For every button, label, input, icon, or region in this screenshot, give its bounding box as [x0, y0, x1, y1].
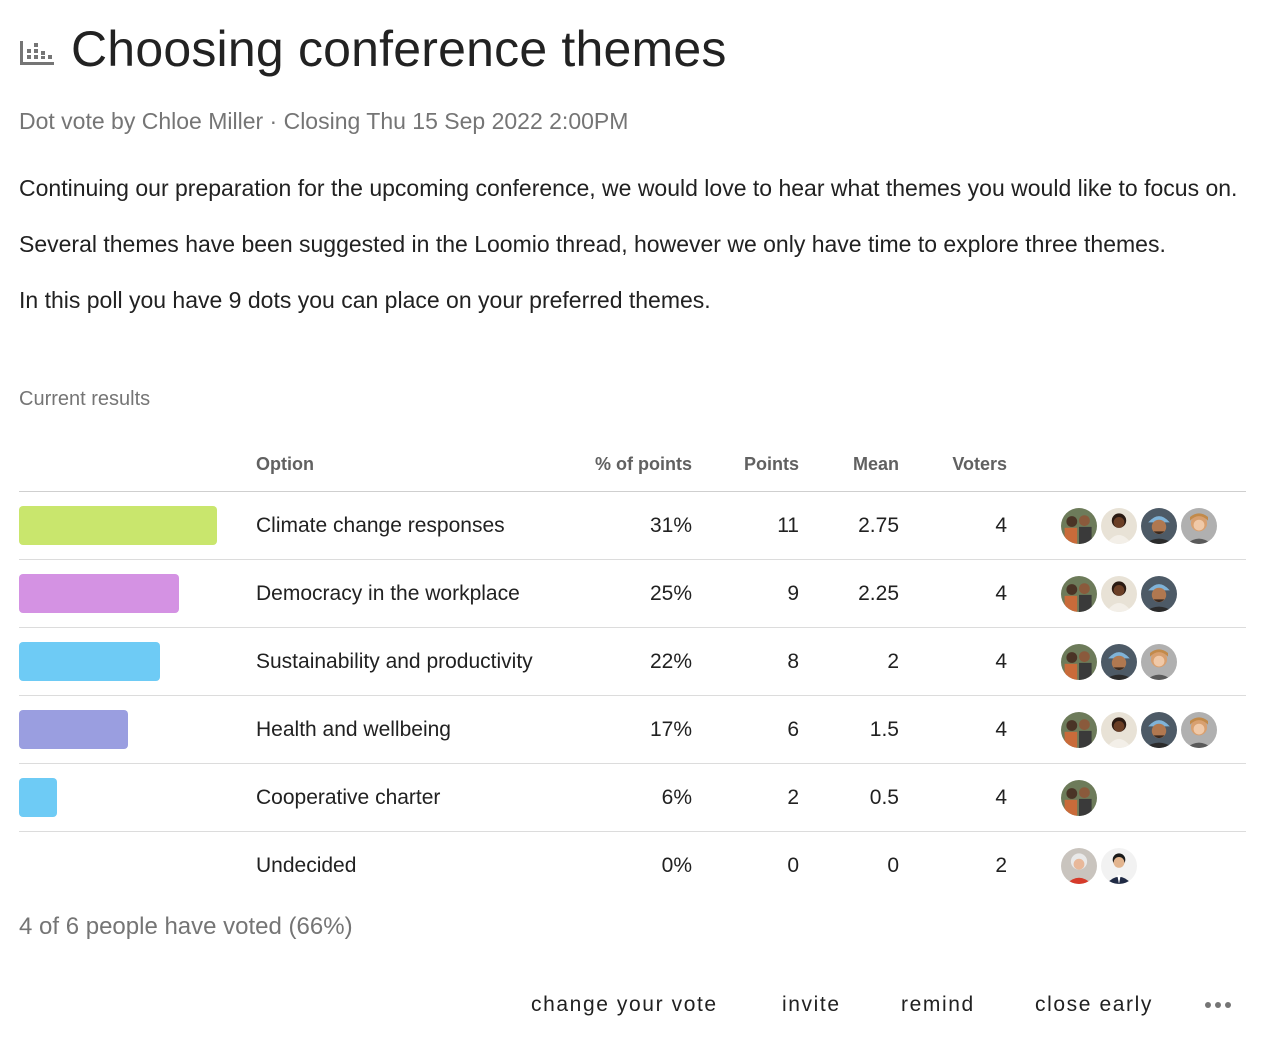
result-bar-cell	[19, 560, 239, 627]
option-mean: 2.75	[858, 513, 899, 537]
results-rows: Climate change responses 31% 11 2.75 4 Democr…	[19, 492, 1246, 900]
option-percent: 25%	[649, 581, 692, 605]
result-bar-cell	[19, 628, 239, 695]
change-vote-button[interactable]: change your vote	[531, 985, 718, 1025]
avatar[interactable]	[1099, 505, 1139, 546]
results-label: Current results	[19, 388, 151, 410]
option-voters: 2	[995, 854, 1007, 877]
avatar[interactable]	[1179, 505, 1219, 546]
bar-chart-icon	[20, 41, 54, 65]
voter-avatars	[1059, 764, 1099, 831]
poll-actions: change your vote invite remind close ear…	[0, 985, 1269, 1025]
avatar[interactable]	[1059, 641, 1099, 682]
option-mean: 1.5	[869, 717, 899, 741]
more-horizontal-icon[interactable]	[1200, 988, 1236, 1022]
option-percent: 22%	[649, 649, 692, 673]
option-voters: 4	[995, 785, 1007, 809]
option-name: Cooperative charter	[256, 785, 441, 809]
result-bar-cell	[19, 696, 239, 763]
option-name: Sustainability and productivity	[256, 649, 533, 673]
result-bar-cell	[19, 492, 239, 559]
option-points: 2	[787, 785, 799, 809]
poll-title: Choosing conference themes	[71, 21, 727, 77]
avatar[interactable]	[1059, 846, 1099, 886]
result-bar	[19, 574, 179, 613]
option-name: Health and wellbeing	[256, 717, 451, 741]
option-voters: 4	[995, 581, 1007, 605]
header-percent: % of points	[595, 454, 692, 474]
result-bar	[19, 710, 128, 749]
option-mean: 2.25	[858, 581, 899, 605]
option-name: Climate change responses	[256, 513, 505, 537]
option-name: Democracy in the workplace	[256, 581, 520, 605]
result-row: Democracy in the workplace 25% 9 2.25 4	[19, 560, 1246, 628]
result-bar-cell	[19, 832, 239, 900]
voter-avatars	[1059, 696, 1219, 763]
option-voters: 4	[995, 717, 1007, 741]
option-mean: 0.5	[869, 785, 899, 809]
option-percent: 17%	[649, 717, 692, 741]
avatar[interactable]	[1099, 641, 1139, 682]
option-points: 8	[787, 649, 799, 673]
header-points: Points	[743, 454, 799, 474]
option-name: Undecided	[256, 854, 357, 877]
avatar[interactable]	[1059, 709, 1099, 750]
avatar[interactable]	[1139, 709, 1179, 750]
remind-button[interactable]: remind	[901, 985, 975, 1025]
result-bar	[19, 642, 160, 681]
option-points: 11	[777, 513, 799, 537]
avatar[interactable]	[1059, 505, 1099, 546]
avatar[interactable]	[1139, 641, 1179, 682]
results-table: Option % of points Points Mean Voters Cl…	[19, 440, 1246, 900]
poll-description: Continuing our preparation for the upcom…	[19, 170, 1247, 338]
header-mean: Mean	[852, 454, 899, 474]
poll-meta: Dot vote by Chloe Miller · Closing Thu 1…	[19, 108, 629, 134]
poll-header: Choosing conference themes	[19, 18, 727, 80]
option-points: 6	[787, 717, 799, 741]
avatar[interactable]	[1139, 573, 1179, 614]
description-paragraph: Several themes have been suggested in th…	[19, 231, 1166, 257]
results-header-row: Option % of points Points Mean Voters	[19, 440, 1246, 492]
invite-button[interactable]: invite	[782, 985, 841, 1025]
result-row: Climate change responses 31% 11 2.75 4	[19, 492, 1246, 560]
result-row: Health and wellbeing 17% 6 1.5 4	[19, 696, 1246, 764]
voter-avatars	[1059, 832, 1139, 900]
voter-avatars	[1059, 628, 1179, 695]
avatar[interactable]	[1059, 777, 1099, 818]
voter-avatars	[1059, 492, 1219, 559]
result-bar-cell	[19, 764, 239, 831]
avatar[interactable]	[1099, 573, 1139, 614]
voting-summary: 4 of 6 people have voted (66%)	[19, 913, 353, 940]
header-voters: Voters	[952, 454, 1007, 474]
result-bar	[19, 778, 57, 817]
voter-avatars	[1059, 560, 1179, 627]
avatar[interactable]	[1139, 505, 1179, 546]
avatar[interactable]	[1099, 846, 1139, 886]
option-percent: 6%	[661, 785, 692, 809]
option-percent: 31%	[649, 513, 692, 537]
option-mean: 0	[887, 854, 899, 877]
result-row: Cooperative charter 6% 2 0.5 4	[19, 764, 1246, 832]
header-option: Option	[256, 454, 314, 474]
result-row: Sustainability and productivity 22% 8 2 4	[19, 628, 1246, 696]
option-points: 9	[787, 581, 799, 605]
avatar[interactable]	[1059, 573, 1099, 614]
option-voters: 4	[995, 513, 1007, 537]
result-bar	[19, 506, 217, 545]
description-paragraph: Continuing our preparation for the upcom…	[19, 175, 1238, 201]
option-voters: 4	[995, 649, 1007, 673]
avatar[interactable]	[1179, 709, 1219, 750]
result-row: Undecided 0% 0 0 2	[19, 832, 1246, 900]
avatar[interactable]	[1099, 709, 1139, 750]
close-early-button[interactable]: close early	[1035, 985, 1153, 1025]
option-mean: 2	[887, 649, 899, 673]
option-points: 0	[787, 854, 799, 877]
description-paragraph: In this poll you have 9 dots you can pla…	[19, 287, 711, 313]
option-percent: 0%	[661, 854, 692, 877]
